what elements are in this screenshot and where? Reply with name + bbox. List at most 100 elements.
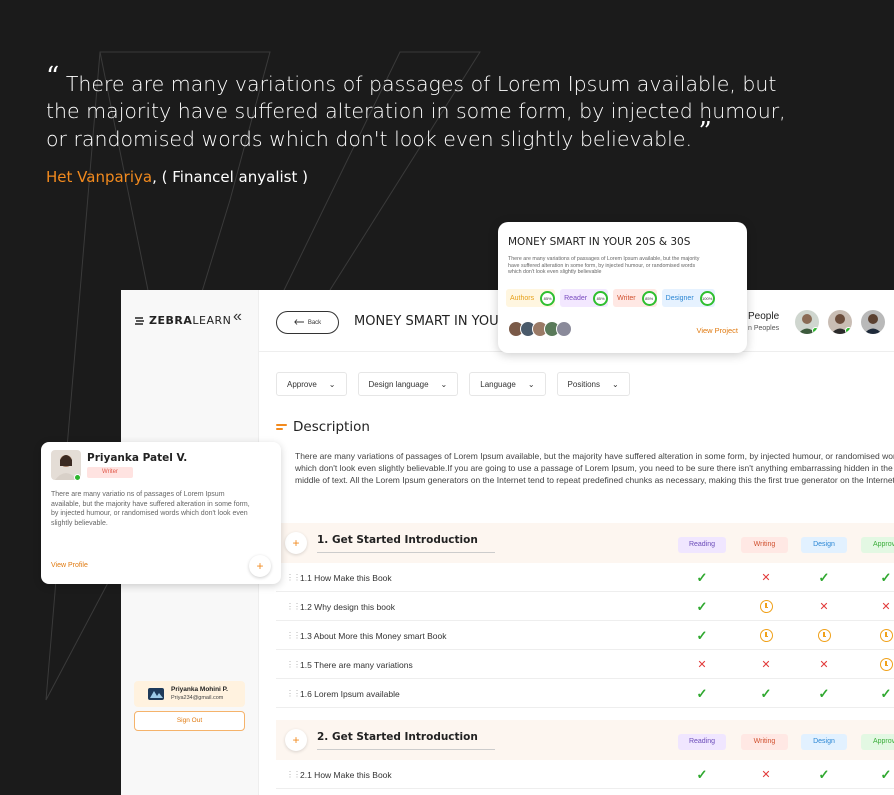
filter-label: Design language (368, 379, 429, 389)
logo-stripes-icon (135, 314, 149, 327)
avatar[interactable] (828, 310, 852, 334)
table-row[interactable]: ⋮⋮ 2.1 How Make this Book ✓ ✕ ✓ ✓ (276, 760, 894, 789)
progress-pill[interactable]: Reader 85% (560, 289, 609, 307)
filter-approve[interactable]: Approve ⌄ (276, 372, 347, 396)
project-description: There are many variations of passages of… (508, 256, 700, 275)
clock-icon (816, 628, 832, 644)
double-chevron-left-icon[interactable]: « (233, 308, 242, 326)
row-label: 1.3 About More this Money smart Book (300, 631, 447, 641)
tag-design: Design (801, 734, 847, 750)
filter-language[interactable]: Language ⌄ (469, 372, 546, 396)
drag-handle-icon[interactable]: ⋮⋮ (286, 573, 301, 582)
filter-bar: Approve ⌄ Design language ⌄ Language ⌄ Posi… (276, 372, 630, 396)
pill-label: Designer (665, 294, 694, 302)
filter-positions[interactable]: Positions ⌄ (556, 372, 630, 396)
clock-icon (878, 657, 894, 673)
cross-icon: ✕ (761, 659, 771, 671)
avatar[interactable] (795, 310, 819, 334)
project-card: MONEY SMART IN YOUR 20S & 30S There are … (498, 222, 747, 353)
check-icon: ✓ (696, 628, 708, 643)
people-count: n Peoples (748, 325, 780, 332)
table-row[interactable]: ⋮⋮ 1.2 Why design this book ✓ ✕ ✕ (276, 592, 894, 621)
view-project-link[interactable]: View Project (696, 326, 738, 335)
open-quote-mark: “ (46, 62, 60, 92)
project-progress-pills: Authors 85% Reader 85% Writer 85% Designer 100% (506, 289, 715, 307)
check-icon: ✓ (696, 599, 708, 614)
row-label: 2.1 How Make this Book (300, 770, 392, 780)
avatar[interactable] (861, 310, 885, 334)
filter-label: Approve (287, 379, 317, 389)
tag-reading: Reading (678, 734, 726, 750)
clock-icon (758, 628, 774, 644)
sidebar-user-card[interactable]: Priyanka Mohini P. Priya234@gmail.com (134, 681, 245, 707)
pill-label: Writer (617, 294, 636, 302)
add-button[interactable]: + (285, 729, 307, 751)
progress-pill[interactable]: Writer 85% (613, 289, 657, 307)
drag-handle-icon[interactable]: ⋮⋮ (286, 602, 301, 611)
description-text: There are many variations of passages of… (295, 451, 894, 486)
main-content: Back MONEY SMART IN YOUR People n People… (259, 290, 894, 795)
profile-card: Priyanka Patel V. Writer There are many … (41, 442, 281, 584)
cross-icon: ✕ (761, 572, 771, 584)
logo-light: LEARN (192, 314, 232, 327)
back-button[interactable]: Back (276, 311, 339, 334)
add-button[interactable]: + (249, 555, 271, 577)
check-icon: ✓ (696, 686, 708, 701)
table-row[interactable]: ⋮⋮ 1.6 Lorem Ipsum available ✓ ✓ ✓ ✓ (276, 679, 894, 708)
filter-design-language[interactable]: Design language ⌄ (357, 372, 459, 396)
drag-handle-icon[interactable]: ⋮⋮ (286, 689, 301, 698)
cross-icon: ✕ (761, 769, 771, 781)
check-icon: ✓ (696, 570, 708, 585)
profile-bio: There are many variatio ns of passages o… (51, 491, 250, 527)
clock-icon (878, 628, 894, 644)
section-divider (317, 749, 495, 750)
sign-out-button[interactable]: Sign Out (134, 711, 245, 731)
row-label: 1.2 Why design this book (300, 602, 395, 612)
author-name: Het Vanpariya (46, 168, 153, 186)
cross-icon: ✕ (697, 659, 707, 671)
online-indicator (845, 327, 852, 334)
drag-handle-icon[interactable]: ⋮⋮ (286, 631, 301, 640)
avatar[interactable] (556, 321, 572, 337)
drag-handle-icon[interactable]: ⋮⋮ (286, 660, 301, 669)
chevron-down-icon: ⌄ (612, 379, 619, 389)
check-icon: ✓ (880, 686, 892, 701)
description-title: Description (293, 419, 370, 435)
clock-icon (758, 599, 774, 615)
check-icon: ✓ (818, 686, 830, 701)
add-button[interactable]: + (285, 532, 307, 554)
sidebar-user-name: Priyanka Mohini P. (171, 686, 228, 693)
check-icon: ✓ (818, 767, 830, 782)
cross-icon: ✕ (881, 601, 891, 613)
back-label: Back (307, 319, 322, 326)
quote-author: Het Vanpariya, ( Financel anyalist ) (46, 168, 308, 186)
check-icon: ✓ (760, 686, 772, 701)
table-row[interactable]: ⋮⋮ 1.1 How Make this Book ✓ ✕ ✓ ✓ (276, 563, 894, 592)
chevron-down-icon: ⌄ (440, 379, 448, 389)
close-quote-mark: ” (698, 117, 712, 147)
progress-ring: 85% (641, 290, 657, 306)
tag-writing: Writing (741, 734, 788, 750)
check-icon: ✓ (818, 570, 830, 585)
check-icon: ✓ (880, 570, 892, 585)
section-title: 2. Get Started Introduction (317, 731, 478, 743)
section-header: +2. Get Started Introduction Reading Writi… (276, 720, 894, 760)
tag-approve: Approve (861, 537, 894, 553)
filter-label: Positions (567, 379, 601, 389)
row-label: 1.1 How Make this Book (300, 573, 392, 583)
online-indicator (74, 474, 81, 481)
cross-icon: ✕ (819, 659, 829, 671)
app-logo[interactable]: ZEBRALEARN (135, 314, 231, 327)
table-row[interactable]: ⋮⋮ 1.3 About More this Money smart Book ✓ (276, 621, 894, 650)
row-label: 1.5 There are many variations (300, 660, 413, 670)
drag-handle-icon[interactable]: ⋮⋮ (286, 770, 301, 779)
pill-label: Reader (564, 294, 588, 302)
progress-pill[interactable]: Designer 100% (661, 289, 715, 307)
view-profile-link[interactable]: View Profile (51, 562, 88, 569)
progress-pill[interactable]: Authors 85% (506, 289, 556, 307)
tag-reading: Reading (678, 537, 726, 553)
tag-design: Design (801, 537, 847, 553)
chevron-down-icon: ⌄ (527, 379, 535, 389)
table-row[interactable]: ⋮⋮ 1.5 There are many variations ✕ ✕ ✕ (276, 650, 894, 679)
people-label: People (748, 311, 780, 322)
